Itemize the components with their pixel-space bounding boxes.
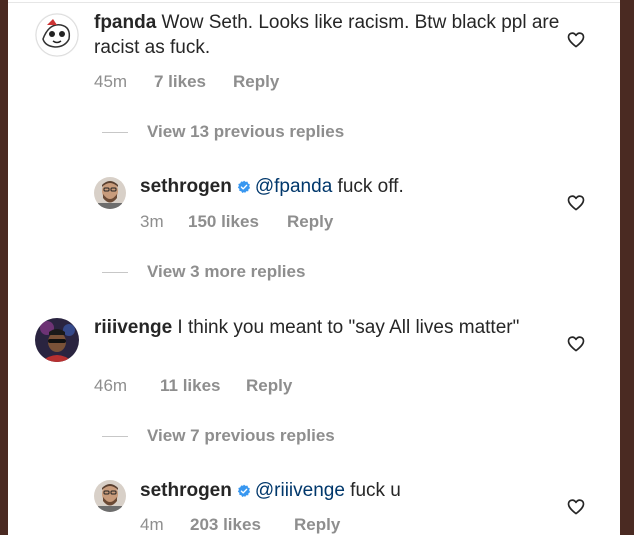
comment-meta: 4m 203 likes Reply [140,515,340,535]
likes-count[interactable]: 11 likes [160,376,246,396]
heart-icon[interactable] [567,31,585,53]
avatar[interactable] [94,177,126,209]
likes-count[interactable]: 7 likes [154,72,233,92]
mention-link[interactable]: @fpanda [255,176,332,197]
timestamp: 45m [94,72,128,91]
view-replies-label: View 13 previous replies [147,122,345,141]
likes-count[interactable]: 203 likes [190,515,294,535]
timestamp: 46m [94,376,128,395]
comment-body: I think you meant to "say All lives matt… [172,317,520,338]
heart-icon[interactable] [567,194,585,216]
reply-button[interactable]: Reply [294,515,340,535]
reply-button[interactable]: Reply [233,72,279,92]
comment-text: fpanda Wow Seth. Looks like racism. Btw … [94,10,564,60]
username[interactable]: fpanda [94,12,156,33]
view-more-replies-button[interactable]: View 3 more replies [102,262,305,282]
view-previous-replies-button[interactable]: View 7 previous replies [102,426,335,446]
comment-text: sethrogen @fpanda fuck off. [140,174,570,201]
timestamp: 3m [140,212,164,231]
divider [102,435,128,437]
avatar[interactable] [35,318,79,362]
comment-body: fuck off. [332,176,404,197]
heart-icon[interactable] [567,335,585,357]
divider [102,271,128,273]
verified-badge-icon [237,480,251,505]
likes-count[interactable]: 150 likes [188,212,287,232]
heart-icon[interactable] [567,498,585,520]
username[interactable]: sethrogen [140,480,232,501]
comment-text: sethrogen @riiivenge fuck u [140,478,570,505]
username[interactable]: sethrogen [140,176,232,197]
divider [102,131,128,133]
divider [8,2,620,3]
comment-meta: 45m 7 likes Reply [94,72,279,92]
reply-button[interactable]: Reply [246,376,292,396]
comment-body: Wow Seth. Looks like racism. Btw black p… [94,12,560,58]
comment-body: fuck u [344,480,401,501]
timestamp: 4m [140,515,164,534]
username[interactable]: riiivenge [94,317,172,338]
verified-badge-icon [237,176,251,201]
comment-meta: 3m 150 likes Reply [140,212,333,232]
view-replies-label: View 7 previous replies [147,426,335,445]
view-previous-replies-button[interactable]: View 13 previous replies [102,122,344,142]
comment-meta: 46m 11 likes Reply [94,376,292,396]
avatar[interactable] [35,13,79,57]
view-replies-label: View 3 more replies [147,262,306,281]
comments-panel: fpanda Wow Seth. Looks like racism. Btw … [8,0,620,535]
mention-link[interactable]: @riiivenge [255,480,345,501]
reply-button[interactable]: Reply [287,212,333,232]
avatar[interactable] [94,480,126,512]
comment-text: riiivenge I think you meant to "say All … [94,315,544,340]
